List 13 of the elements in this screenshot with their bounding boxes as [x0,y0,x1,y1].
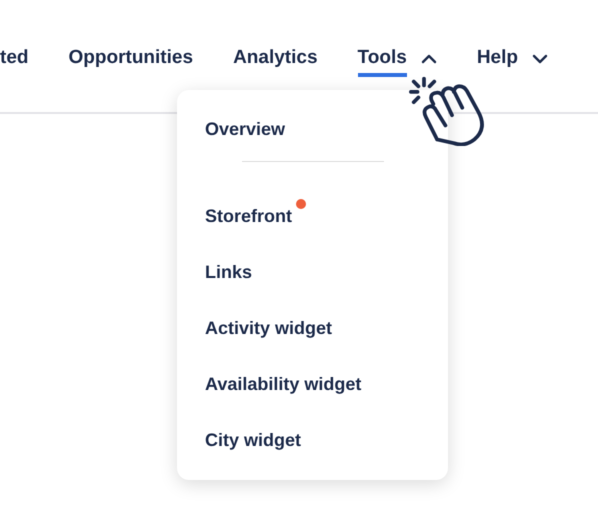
menu-item[interactable]: Overview [205,117,286,141]
menu-item[interactable]: Availability widget [205,372,362,396]
chevron-up-icon[interactable] [420,54,437,64]
nav-link[interactable]: Analytics [233,47,318,77]
menu-item[interactable]: City widget [205,428,302,452]
nav-link[interactable]: Help [476,47,518,77]
menu-item[interactable]: Links [205,260,252,284]
chevron-down-icon[interactable] [532,54,548,64]
menu-item[interactable]: Activity widget [205,316,332,340]
nav-link[interactable]: ted [0,47,28,77]
nav-link[interactable]: Opportunities [68,47,194,77]
menu-item[interactable]: Storefront [205,204,292,228]
nav-link[interactable]: Tools [358,47,407,77]
